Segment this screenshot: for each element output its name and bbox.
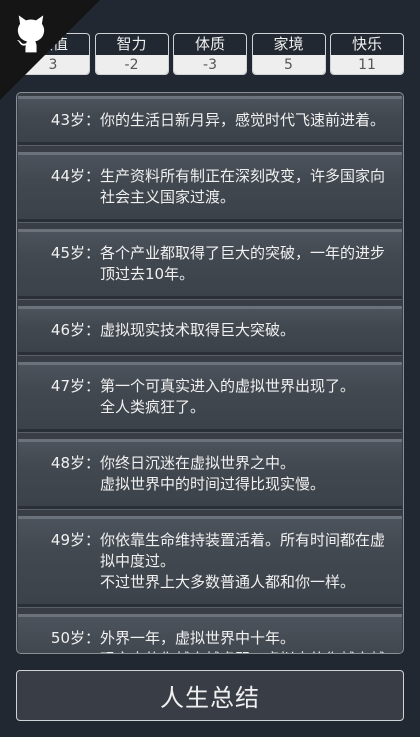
event-line: 你的生活日新月异，感觉时代飞速前进着。 <box>100 111 386 129</box>
stat-label: 智力 <box>116 35 147 53</box>
stat-money: 家境 5 <box>251 33 326 75</box>
event-text: 虚拟现实技术取得巨大突破。 <box>100 320 390 341</box>
event-line: 第一个可真实进入的虚拟世界出现了。 <box>100 377 356 395</box>
event-text: 你的生活日新月异，感觉时代飞速前进着。 <box>100 110 390 131</box>
event-item: 49岁： 你依靠生命维持装置活着。所有时间都在虚拟中度过。不过世界上大多数普通人都… <box>18 516 402 607</box>
stat-value: -2 <box>95 55 168 74</box>
event-text: 第一个可真实进入的虚拟世界出现了。 全人类疯狂了。 <box>100 376 390 418</box>
event-age: 45岁： <box>50 244 100 262</box>
stat-value: 11 <box>331 55 403 74</box>
life-trajectory-list[interactable]: 43岁： 你的生活日新月异，感觉时代飞速前进着。 44岁： 生产资料所有制正在深刻改变… <box>16 92 404 654</box>
event-text: 外界一年，虚拟世界中十年。现实中的你越来越虚弱，虚拟中的你越来越快乐。 <box>100 628 390 653</box>
event-text: 各个产业都取得了巨大的突破，一年的进步顶过去10年。 <box>100 243 390 285</box>
stat-label: 家境 <box>273 35 304 53</box>
event-line: 不过世界上大多数普通人都和你一样。 <box>100 573 356 591</box>
stat-label: 体质 <box>194 35 225 53</box>
event-item: 50岁：外界一年，虚拟世界中十年。现实中的你越来越虚弱，虚拟中的你越来越快乐。 <box>18 614 402 653</box>
event-text: 生产资料所有制正在深刻改变，许多国家向社会主义国家过渡。 <box>100 166 390 208</box>
event-text: 你依靠生命维持装置活着。所有时间都在虚拟中度过。不过世界上大多数普通人都和你一样… <box>100 530 390 593</box>
github-corner-link[interactable] <box>0 0 100 100</box>
event-line: 各个产业都取得了巨大的突破，一年的进步顶过去10年。 <box>100 244 386 283</box>
stat-intelligence: 智力 -2 <box>94 33 169 75</box>
stat-label: 快乐 <box>351 35 382 53</box>
event-item: 44岁： 生产资料所有制正在深刻改变，许多国家向社会主义国家过渡。 <box>18 152 402 222</box>
event-age: 49岁： <box>50 531 100 549</box>
event-line: 生产资料所有制正在深刻改变，许多国家向社会主义国家过渡。 <box>100 167 386 206</box>
event-age: 44岁： <box>50 167 100 185</box>
event-list: 43岁： 你的生活日新月异，感觉时代飞速前进着。 44岁： 生产资料所有制正在深刻改变… <box>17 93 403 653</box>
event-item: 43岁： 你的生活日新月异，感觉时代飞速前进着。 <box>18 96 402 145</box>
event-item: 45岁： 各个产业都取得了巨大的突破，一年的进步顶过去10年。 <box>18 229 402 299</box>
event-line: 现实中的你越来越虚弱，虚拟中的你越来越快乐。 <box>100 649 390 653</box>
stat-happiness: 快乐 11 <box>330 33 404 75</box>
event-line: 外界一年，虚拟世界中十年。 <box>100 629 296 647</box>
event-age: 46岁： <box>50 321 100 339</box>
event-item: 48岁： 你终日沉迷在虚拟世界之中。虚拟世界中的时间过得比现实慢。 <box>18 439 402 509</box>
stat-value: -3 <box>174 55 246 74</box>
github-octocat-icon <box>16 15 45 53</box>
event-age: 50岁： <box>50 629 100 647</box>
event-text: 你终日沉迷在虚拟世界之中。虚拟世界中的时间过得比现实慢。 <box>100 453 390 495</box>
event-line: 你终日沉迷在虚拟世界之中。 <box>100 454 296 472</box>
stat-value: 5 <box>252 55 325 74</box>
event-line: 全人类疯狂了。 <box>100 398 206 416</box>
event-age: 47岁： <box>50 377 100 395</box>
event-age: 43岁： <box>50 111 100 129</box>
stat-strength: 体质 -3 <box>173 33 247 75</box>
event-item: 47岁： 第一个可真实进入的虚拟世界出现了。 全人类疯狂了。 <box>18 362 402 432</box>
event-line: 虚拟现实技术取得巨大突破。 <box>100 321 296 339</box>
event-item: 46岁： 虚拟现实技术取得巨大突破。 <box>18 306 402 355</box>
event-age: 48岁： <box>50 454 100 472</box>
event-line: 你依靠生命维持装置活着。所有时间都在虚拟中度过。 <box>100 531 386 570</box>
event-line: 虚拟世界中的时间过得比现实慢。 <box>100 475 326 493</box>
life-summary-button[interactable]: 人生总结 <box>16 670 404 721</box>
